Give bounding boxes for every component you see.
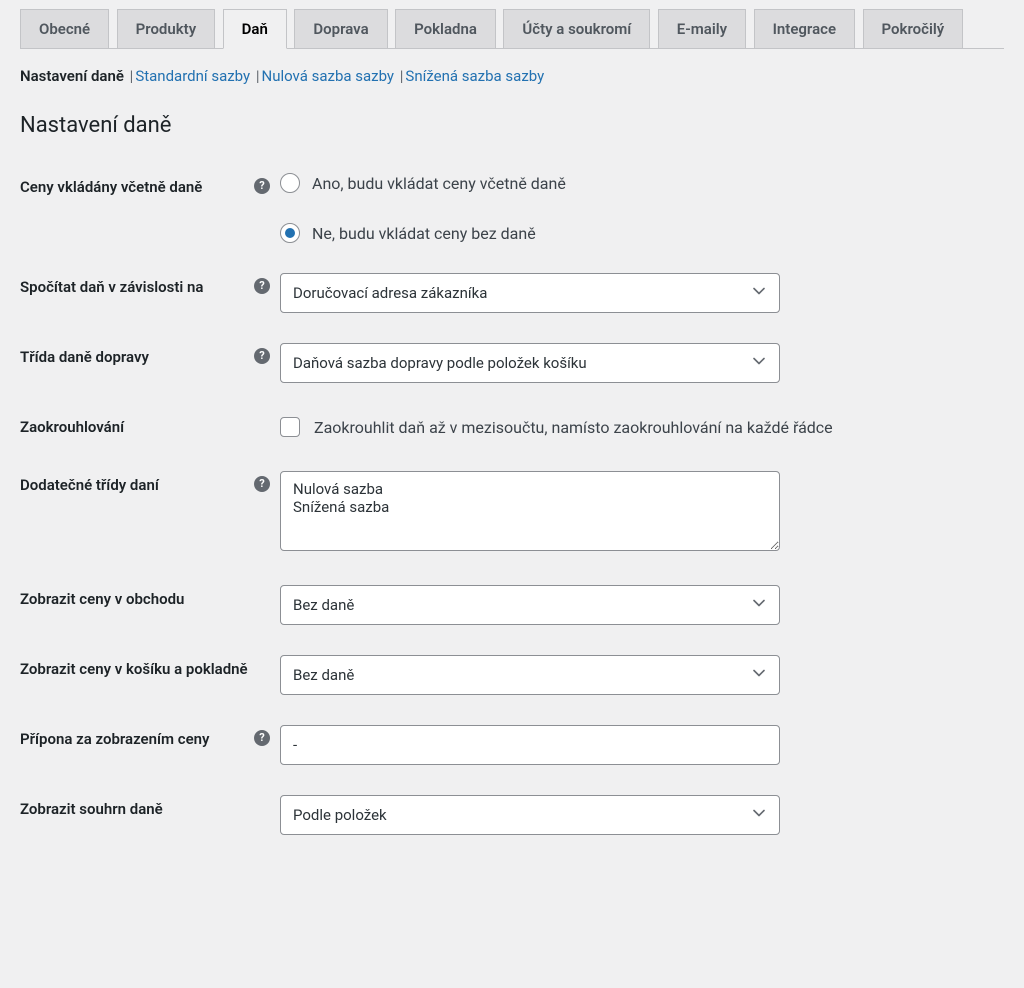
chevron-down-icon — [753, 355, 765, 371]
display-cart-select[interactable]: Bez daně — [280, 655, 780, 695]
prices-include-tax-no-radio[interactable] — [280, 223, 300, 243]
tab-obecné[interactable]: Obecné — [20, 9, 109, 48]
help-icon[interactable]: ? — [254, 730, 270, 746]
tax-totals-label: Zobrazit souhrn daně — [20, 800, 270, 818]
display-shop-select[interactable]: Bez daně — [280, 585, 780, 625]
rounding-checkbox[interactable] — [280, 417, 300, 437]
tab-e-maily[interactable]: E-maily — [658, 9, 746, 48]
tab-pokročilý[interactable]: Pokročilý — [863, 9, 964, 48]
help-icon[interactable]: ? — [254, 278, 270, 294]
chevron-down-icon — [753, 597, 765, 613]
subsection-current: Nastavení daně — [20, 67, 124, 85]
tab-integrace[interactable]: Integrace — [754, 9, 855, 48]
tax-based-on-label: Spočítat daň v závislosti na — [20, 278, 248, 296]
tab-daň[interactable]: Daň — [223, 9, 287, 49]
rounding-checkbox-row[interactable]: Zaokrouhlit daň až v mezisoučtu, namísto… — [280, 417, 1004, 437]
tab-pokladna[interactable]: Pokladna — [395, 9, 496, 48]
help-icon[interactable]: ? — [254, 348, 270, 364]
settings-tabs: ObecnéProduktyDaňDopravaPokladnaÚčty a s… — [20, 0, 1004, 49]
additional-classes-textarea[interactable] — [280, 471, 780, 551]
prices-include-tax-label: Ceny vkládány včetně daně — [20, 178, 248, 196]
subsection-link[interactable]: Snížená sazba sazby — [405, 67, 544, 85]
tax-settings-form: Ceny vkládány včetně daně ? Ano, budu vk… — [20, 158, 1004, 850]
subsection-link[interactable]: Nulová sazba sazby — [262, 67, 395, 85]
rounding-label: Zaokrouhlování — [20, 418, 270, 436]
display-shop-label: Zobrazit ceny v obchodu — [20, 590, 270, 608]
prices-include-tax-no[interactable]: Ne, budu vkládat ceny bez daně — [280, 223, 1004, 243]
price-suffix-input[interactable] — [280, 725, 780, 765]
tax-based-on-select[interactable]: Doručovací adresa zákazníka — [280, 273, 780, 313]
tab-produkty[interactable]: Produkty — [117, 9, 216, 48]
help-icon[interactable]: ? — [254, 476, 270, 492]
shipping-tax-class-label: Třída daně dopravy — [20, 348, 248, 366]
help-icon[interactable]: ? — [254, 178, 270, 194]
price-suffix-label: Přípona za zobrazením ceny — [20, 730, 248, 748]
prices-include-tax-yes[interactable]: Ano, budu vkládat ceny včetně daně — [280, 173, 1004, 193]
chevron-down-icon — [753, 807, 765, 823]
tax-totals-select[interactable]: Podle položek — [280, 795, 780, 835]
display-cart-label: Zobrazit ceny v košíku a pokladně — [20, 660, 270, 678]
chevron-down-icon — [753, 667, 765, 683]
tab-účty a soukromí[interactable]: Účty a soukromí — [503, 9, 650, 48]
subsection-link[interactable]: Standardní sazby — [135, 67, 250, 85]
chevron-down-icon — [753, 285, 765, 301]
tab-doprava[interactable]: Doprava — [294, 9, 387, 48]
tax-subsections: Nastavení daně | Standardní sazby | Nulo… — [20, 67, 1004, 85]
shipping-tax-class-select[interactable]: Daňová sazba dopravy podle položek košík… — [280, 343, 780, 383]
prices-include-tax-yes-radio[interactable] — [280, 173, 300, 193]
additional-classes-label: Dodatečné třídy daní — [20, 476, 248, 494]
section-title: Nastavení daně — [20, 113, 1004, 138]
